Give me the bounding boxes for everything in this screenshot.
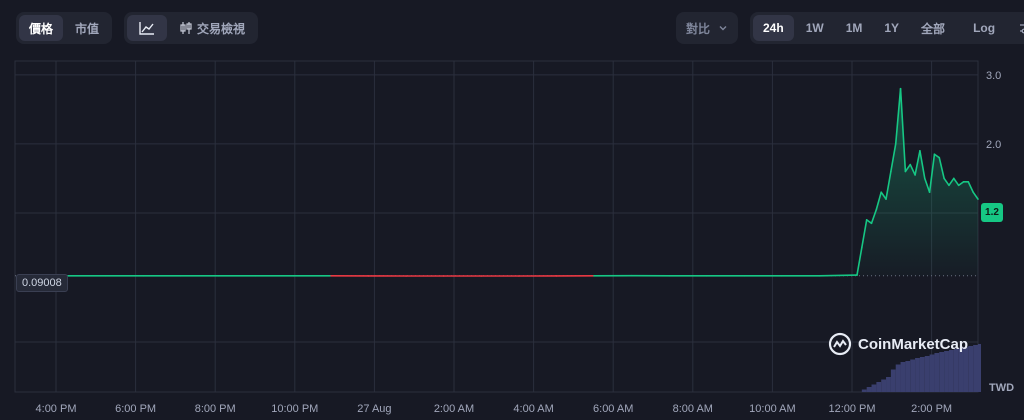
volume-bar (895, 364, 901, 392)
coinmarketcap-watermark: CoinMarketCap (828, 332, 968, 356)
range-1m[interactable]: 1M (836, 15, 873, 41)
price-chart[interactable]: 3.02.01.04:00 PM6:00 PM8:00 PM10:00 PM27… (0, 56, 1024, 420)
tradingview-button[interactable]: 交易檢視 (169, 15, 255, 41)
x-tick-label: 4:00 PM (36, 403, 77, 415)
line-chart-icon (139, 21, 155, 35)
volume-bar (939, 352, 945, 392)
chart-toolbar: 價格 市值 交易檢視 對比 24h 1W 1M 1Y 全部 Log (0, 0, 1024, 56)
x-tick-label: 8:00 PM (195, 403, 236, 415)
volume-bar (866, 387, 872, 392)
x-tick-label: 6:00 PM (115, 403, 156, 415)
price-chart-svg[interactable]: 3.02.01.04:00 PM6:00 PM8:00 PM10:00 PM27… (0, 56, 1024, 420)
volume-bar (915, 358, 920, 392)
volume-bar (968, 346, 974, 392)
range-1w[interactable]: 1W (796, 15, 834, 41)
range-1y[interactable]: 1Y (874, 15, 909, 41)
tradingview-label: 交易檢視 (197, 21, 246, 36)
chevron-down-icon (718, 23, 728, 33)
volume-bar (978, 344, 981, 392)
last-price-label: 1.2 (981, 203, 1003, 222)
rally-area-fill (857, 88, 978, 276)
volume-bar (890, 369, 896, 392)
x-tick-label: 6:00 AM (593, 403, 633, 415)
log-scale-button[interactable]: Log (963, 15, 1005, 41)
coinmarketcap-logo-icon (828, 332, 852, 356)
volume-bar (886, 377, 891, 392)
compare-label: 對比 (686, 21, 711, 36)
chart-mode-toggle: 交易檢視 (124, 12, 259, 44)
volume-bar (900, 362, 906, 392)
chart-settings-button[interactable] (1013, 15, 1024, 41)
volume-bar (910, 359, 916, 392)
x-tick-label: 10:00 PM (271, 403, 318, 415)
price-line-segment-up (818, 274, 858, 277)
settings-sliders-icon (1019, 22, 1024, 34)
x-tick-label: 8:00 AM (673, 403, 713, 415)
range-all[interactable]: 全部 (911, 15, 955, 41)
x-tick-label: 2:00 AM (434, 403, 474, 415)
view-toggle: 價格 市值 (16, 12, 113, 44)
currency-label: TWD (989, 382, 1015, 394)
y-tick-label: 2.0 (986, 139, 1001, 151)
volume-bar (934, 353, 940, 392)
candlestick-icon (179, 21, 193, 35)
x-tick-label: 27 Aug (357, 403, 391, 415)
x-tick-label: 2:00 PM (911, 403, 952, 415)
x-tick-label: 12:00 PM (828, 403, 875, 415)
range-24h[interactable]: 24h (753, 15, 794, 41)
volume-bar (881, 379, 887, 392)
volume-bar (919, 357, 925, 392)
tab-market-cap[interactable]: 市值 (65, 15, 109, 41)
volume-bar (871, 384, 877, 392)
tab-price[interactable]: 價格 (19, 15, 64, 41)
time-range-selector: 24h 1W 1M 1Y 全部 Log (750, 12, 1024, 44)
volume-bar (944, 351, 949, 392)
volume-bar (948, 350, 954, 392)
volume-bar (861, 389, 867, 392)
x-tick-label: 10:00 AM (749, 403, 795, 415)
volume-bar (929, 354, 935, 392)
baseline-price-label: 0.09008 (16, 274, 68, 292)
watermark-label: CoinMarketCap (858, 335, 969, 353)
volume-bar (973, 345, 978, 392)
x-tick-label: 4:00 AM (513, 403, 553, 415)
volume-bar (924, 356, 930, 392)
volume-bar (876, 382, 882, 392)
volume-bar (905, 361, 911, 392)
y-tick-label: 3.0 (986, 70, 1001, 82)
compare-dropdown[interactable]: 對比 (676, 12, 739, 44)
line-chart-button[interactable] (127, 15, 167, 41)
